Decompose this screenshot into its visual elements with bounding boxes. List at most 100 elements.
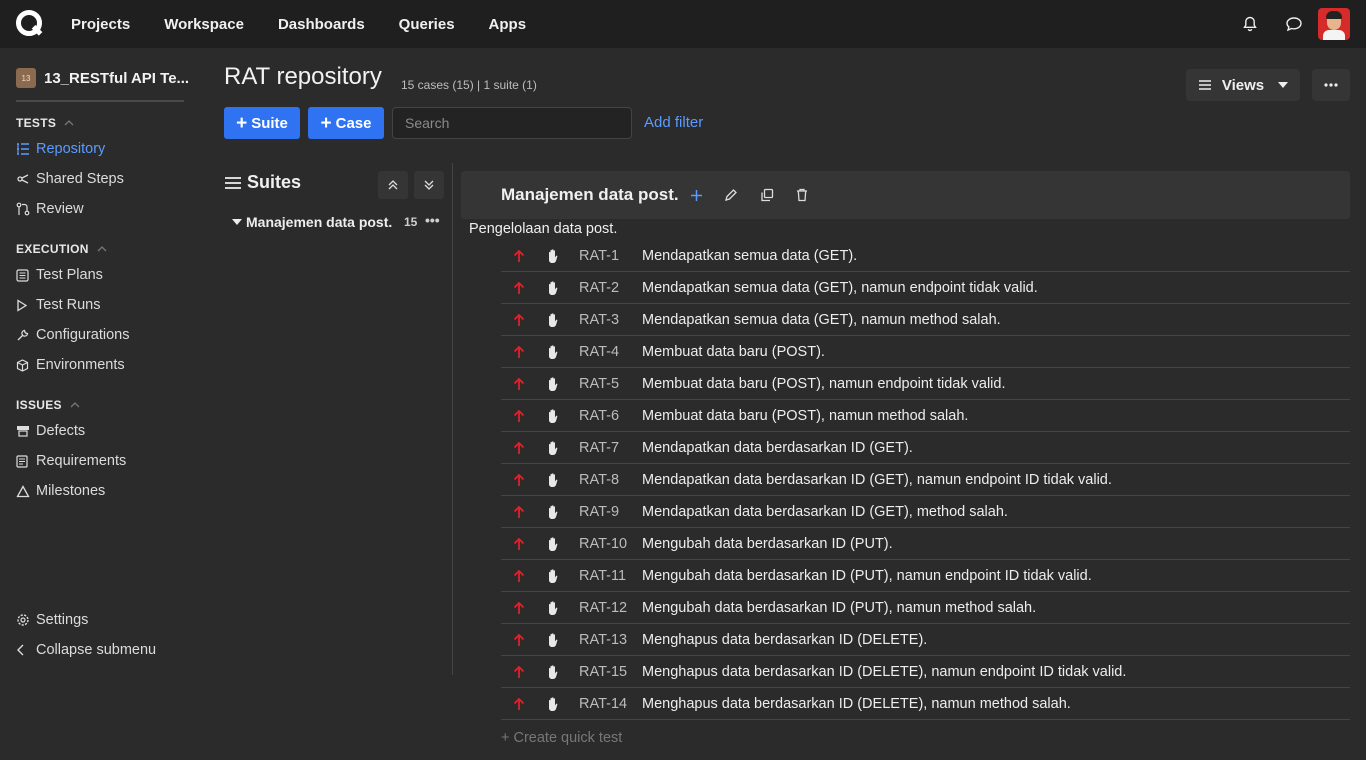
- wrench-icon: [16, 327, 34, 343]
- trash-icon[interactable]: [792, 185, 812, 205]
- add-case-icon[interactable]: [686, 185, 706, 205]
- chat-icon[interactable]: [1272, 8, 1316, 40]
- nav-apps[interactable]: Apps: [489, 16, 527, 33]
- expand-all-button[interactable]: [414, 171, 444, 199]
- sidebar-item-settings[interactable]: Settings: [0, 605, 200, 635]
- case-title[interactable]: Mendapatkan semua data (GET), namun endp…: [642, 280, 1038, 296]
- project-name: 13_RESTful API Te...: [44, 69, 190, 87]
- add-case-button[interactable]: + Case: [308, 107, 384, 139]
- top-navbar: Projects Workspace Dashboards Queries Ap…: [0, 0, 1366, 48]
- cube-icon: [16, 357, 34, 373]
- case-title[interactable]: Membuat data baru (POST), namun method s…: [642, 408, 968, 424]
- case-title[interactable]: Menghapus data berdasarkan ID (DELETE).: [642, 632, 927, 648]
- case-title[interactable]: Mendapatkan data berdasarkan ID (GET), n…: [642, 472, 1112, 488]
- more-options-button[interactable]: [1312, 69, 1350, 101]
- case-row[interactable]: RAT-12 Mengubah data berdasarkan ID (PUT)…: [501, 592, 1350, 624]
- create-quick-test[interactable]: + Create quick test: [501, 730, 622, 746]
- nav-workspace[interactable]: Workspace: [164, 16, 244, 33]
- case-title[interactable]: Membuat data baru (POST).: [642, 344, 825, 360]
- sidebar-item-test-runs[interactable]: Test Runs: [0, 290, 200, 320]
- project-divider: [16, 100, 184, 102]
- case-title[interactable]: Menghapus data berdasarkan ID (DELETE), …: [642, 696, 1071, 712]
- sidebar-item-environments[interactable]: Environments: [0, 350, 200, 380]
- case-row[interactable]: RAT-7 Mendapatkan data berdasarkan ID (GE…: [501, 432, 1350, 464]
- section-tests[interactable]: TESTS: [0, 116, 200, 130]
- double-chevron-up-icon: [388, 180, 398, 190]
- manual-hand-icon: [537, 408, 579, 424]
- case-id: RAT-6: [579, 407, 620, 424]
- sidebar-item-milestones[interactable]: Milestones: [0, 476, 200, 506]
- bell-icon[interactable]: [1228, 8, 1272, 40]
- case-row[interactable]: RAT-13 Menghapus data berdasarkan ID (DEL…: [501, 624, 1350, 656]
- page-title: RAT repository: [224, 63, 382, 90]
- suites-panel-header: Suites: [224, 172, 301, 193]
- priority-high-icon: [501, 441, 537, 455]
- section-issues-label: ISSUES: [16, 398, 62, 412]
- search-input[interactable]: [392, 107, 632, 139]
- priority-high-icon: [501, 537, 537, 551]
- case-row[interactable]: RAT-5 Membuat data baru (POST), namun end…: [501, 368, 1350, 400]
- add-suite-button[interactable]: + Suite: [224, 107, 300, 139]
- section-issues[interactable]: ISSUES: [0, 398, 200, 412]
- caret-down-icon: [1278, 82, 1289, 88]
- case-title[interactable]: Mengubah data berdasarkan ID (PUT).: [642, 536, 893, 552]
- case-row[interactable]: RAT-2 Mendapatkan semua data (GET), namun…: [501, 272, 1350, 304]
- suite-header-bar: Manajemen data post.: [461, 171, 1350, 219]
- views-button[interactable]: Views: [1186, 69, 1300, 101]
- case-title[interactable]: Mengubah data berdasarkan ID (PUT), namu…: [642, 568, 1092, 584]
- case-title[interactable]: Mengubah data berdasarkan ID (PUT), namu…: [642, 600, 1036, 616]
- suite-tree-item[interactable]: Manajemen data post.: [232, 214, 392, 230]
- case-id: RAT-15: [579, 663, 628, 680]
- suite-options-icon[interactable]: •••: [425, 212, 440, 228]
- case-title[interactable]: Mendapatkan semua data (GET).: [642, 248, 857, 264]
- case-row[interactable]: RAT-9 Mendapatkan data berdasarkan ID (GE…: [501, 496, 1350, 528]
- priority-high-icon: [501, 313, 537, 327]
- collapse-all-button[interactable]: [378, 171, 408, 199]
- page-meta: 15 cases (15) | 1 suite (1): [401, 78, 537, 92]
- sidebar-item-review[interactable]: Review: [0, 194, 200, 224]
- case-row[interactable]: RAT-1 Mendapatkan semua data (GET).: [501, 240, 1350, 272]
- case-title[interactable]: Mendapatkan semua data (GET), namun meth…: [642, 312, 1001, 328]
- manual-hand-icon: [537, 632, 579, 648]
- case-row[interactable]: RAT-15 Menghapus data berdasarkan ID (DEL…: [501, 656, 1350, 688]
- user-avatar[interactable]: [1318, 8, 1350, 40]
- case-row[interactable]: RAT-8 Mendapatkan data berdasarkan ID (GE…: [501, 464, 1350, 496]
- case-row[interactable]: RAT-14 Menghapus data berdasarkan ID (DEL…: [501, 688, 1350, 720]
- copy-icon[interactable]: [757, 185, 777, 205]
- add-filter-link[interactable]: Add filter: [644, 114, 703, 131]
- case-title[interactable]: Menghapus data berdasarkan ID (DELETE), …: [642, 664, 1126, 680]
- sidebar-item-defects[interactable]: Defects: [0, 416, 200, 446]
- case-row[interactable]: RAT-11 Mengubah data berdasarkan ID (PUT)…: [501, 560, 1350, 592]
- case-id: RAT-13: [579, 631, 628, 648]
- collapse-submenu-button[interactable]: Collapse submenu: [0, 635, 200, 665]
- repository-icon: [16, 141, 34, 157]
- sidebar-item-repository[interactable]: Repository: [0, 134, 200, 164]
- requirements-icon: [16, 453, 34, 469]
- sidebar-item-requirements[interactable]: Requirements: [0, 446, 200, 476]
- nav-projects[interactable]: Projects: [71, 16, 130, 33]
- qase-logo[interactable]: [15, 9, 45, 39]
- case-row[interactable]: RAT-3 Mendapatkan semua data (GET), namun…: [501, 304, 1350, 336]
- case-title[interactable]: Mendapatkan data berdasarkan ID (GET).: [642, 440, 913, 456]
- case-id: RAT-11: [579, 567, 627, 584]
- edit-icon[interactable]: [721, 185, 741, 205]
- nav-queries[interactable]: Queries: [399, 16, 455, 33]
- case-row[interactable]: RAT-4 Membuat data baru (POST).: [501, 336, 1350, 368]
- sidebar-item-test-plans[interactable]: Test Plans: [0, 260, 200, 290]
- case-title[interactable]: Mendapatkan data berdasarkan ID (GET), m…: [642, 504, 1008, 520]
- case-title[interactable]: Membuat data baru (POST), namun endpoint…: [642, 376, 1006, 392]
- priority-high-icon: [501, 601, 537, 615]
- sidebar-item-label: Shared Steps: [36, 171, 124, 187]
- nav-dashboards[interactable]: Dashboards: [278, 16, 365, 33]
- menu-icon[interactable]: [224, 176, 242, 190]
- case-row[interactable]: RAT-6 Membuat data baru (POST), namun met…: [501, 400, 1350, 432]
- section-execution[interactable]: EXECUTION: [0, 242, 200, 256]
- panel-divider[interactable]: [452, 163, 453, 675]
- sidebar-item-configurations[interactable]: Configurations: [0, 320, 200, 350]
- sidebar-item-shared-steps[interactable]: Shared Steps: [0, 164, 200, 194]
- views-label: Views: [1221, 76, 1265, 94]
- case-row[interactable]: RAT-10 Mengubah data berdasarkan ID (PUT)…: [501, 528, 1350, 560]
- ellipsis-icon: [1324, 83, 1338, 87]
- project-selector[interactable]: 13 13_RESTful API Te...: [0, 48, 200, 88]
- case-list: RAT-1 Mendapatkan semua data (GET). RAT-2 M…: [501, 240, 1350, 720]
